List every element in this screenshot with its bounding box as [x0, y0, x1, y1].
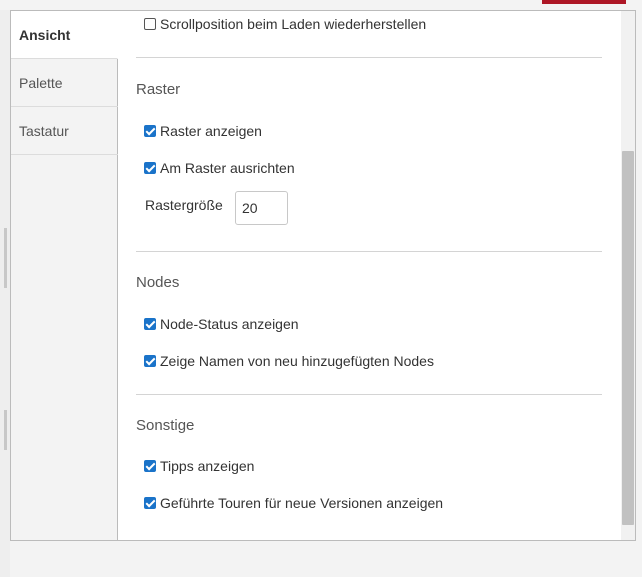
- tab-tastatur[interactable]: Tastatur: [11, 107, 118, 155]
- edge-mark: [4, 410, 7, 450]
- show-status-checkbox[interactable]: [144, 318, 156, 330]
- show-names-option[interactable]: Zeige Namen von neu hinzugefügten Nodes: [144, 351, 434, 371]
- settings-content: Scrollposition beim Laden wiederherstell…: [118, 11, 621, 540]
- snap-grid-label: Am Raster ausrichten: [160, 160, 295, 176]
- show-tips-option[interactable]: Tipps anzeigen: [144, 456, 254, 476]
- settings-dialog: Ansicht Palette Tastatur Scrollposition …: [10, 10, 636, 541]
- top-strip: [0, 0, 642, 10]
- grid-size-input[interactable]: [235, 191, 288, 225]
- tab-ansicht[interactable]: Ansicht: [11, 11, 118, 59]
- background-editor-edge: [0, 10, 10, 577]
- show-grid-checkbox[interactable]: [144, 125, 156, 137]
- section-title-nodes: Nodes: [136, 274, 180, 291]
- show-status-option[interactable]: Node-Status anzeigen: [144, 314, 299, 334]
- guided-tours-label: Geführte Touren für neue Versionen anzei…: [160, 495, 444, 511]
- edge-mark: [4, 228, 7, 288]
- settings-tabs: Ansicht Palette Tastatur: [11, 11, 118, 540]
- guided-tours-checkbox[interactable]: [144, 497, 156, 509]
- show-status-label: Node-Status anzeigen: [160, 316, 299, 332]
- show-grid-option[interactable]: Raster anzeigen: [144, 121, 262, 141]
- show-names-label: Zeige Namen von neu hinzugefügten Nodes: [160, 353, 434, 369]
- tab-palette[interactable]: Palette: [11, 59, 118, 107]
- snap-grid-checkbox[interactable]: [144, 162, 156, 174]
- section-title-raster: Raster: [136, 81, 181, 98]
- section-title-sonstige: Sonstige: [136, 417, 195, 434]
- restore-scroll-checkbox[interactable]: [144, 18, 156, 30]
- primary-action-edge[interactable]: [542, 0, 626, 4]
- show-tips-checkbox[interactable]: [144, 460, 156, 472]
- show-names-checkbox[interactable]: [144, 355, 156, 367]
- section-divider: [136, 57, 602, 58]
- show-grid-label: Raster anzeigen: [160, 123, 262, 139]
- section-divider: [136, 251, 602, 252]
- guided-tours-option[interactable]: Geführte Touren für neue Versionen anzei…: [144, 493, 443, 513]
- restore-scroll-option[interactable]: Scrollposition beim Laden wiederherstell…: [144, 14, 426, 34]
- restore-scroll-label: Scrollposition beim Laden wiederherstell…: [160, 16, 427, 32]
- show-tips-label: Tipps anzeigen: [160, 458, 255, 474]
- section-divider: [136, 394, 602, 395]
- grid-size-label: Rastergröße: [145, 197, 223, 213]
- snap-grid-option[interactable]: Am Raster ausrichten: [144, 158, 295, 178]
- scrollbar-thumb[interactable]: [622, 151, 634, 525]
